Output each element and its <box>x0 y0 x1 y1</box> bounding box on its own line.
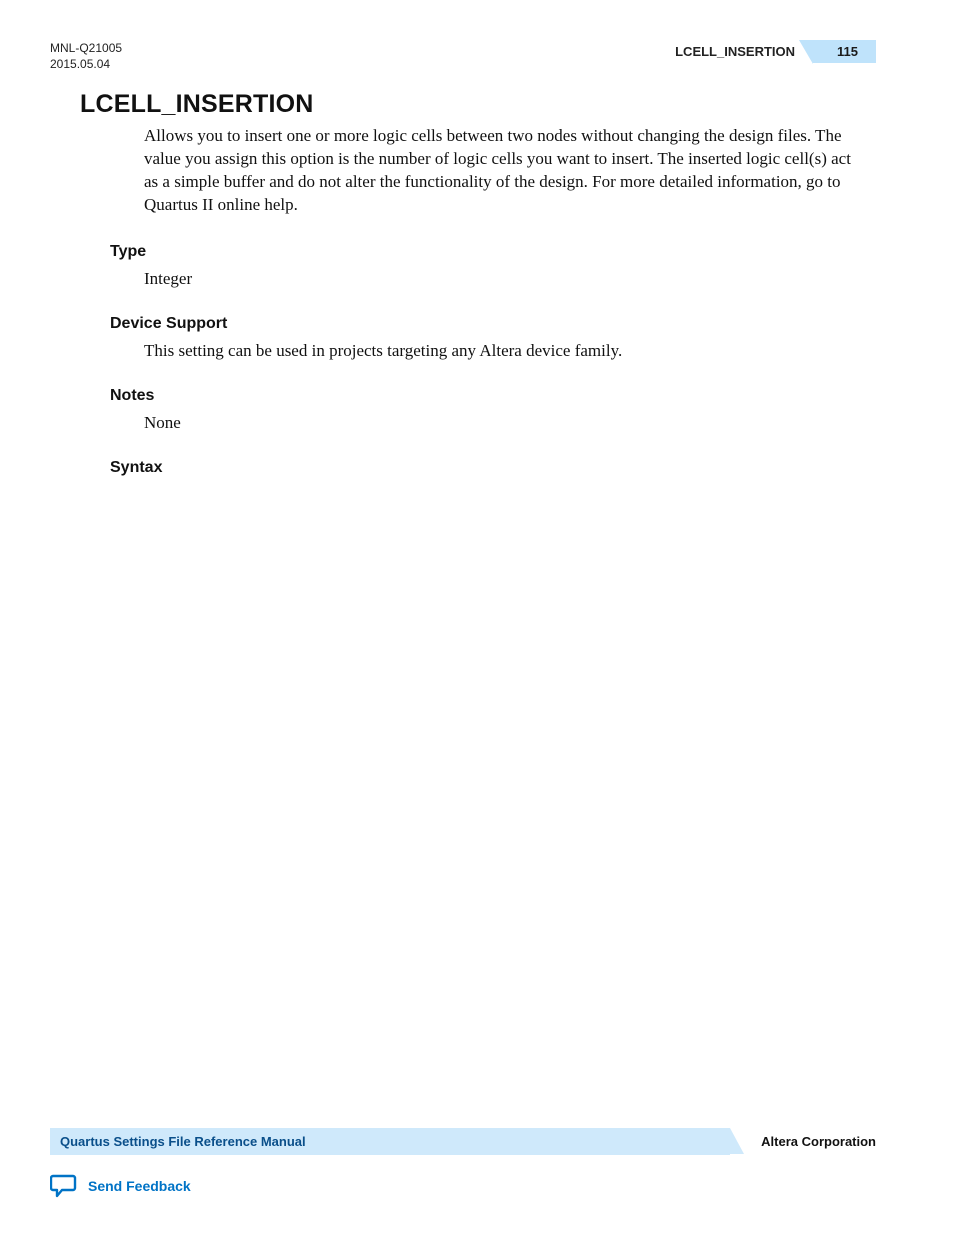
section-title-device-support: Device Support <box>110 315 876 333</box>
speech-bubble-icon <box>50 1173 78 1199</box>
company-name: Altera Corporation <box>761 1134 876 1149</box>
section-device-support: Device Support This setting can be used … <box>110 315 876 361</box>
section-title-notes: Notes <box>110 387 876 405</box>
section-type: Type Integer <box>110 243 876 289</box>
header-right: LCELL_INSERTION 115 <box>675 40 876 63</box>
header-section-title: LCELL_INSERTION <box>675 44 813 59</box>
main-heading: LCELL_INSERTION <box>80 90 876 119</box>
intro-paragraph: Allows you to insert one or more logic c… <box>144 125 866 217</box>
page-number-badge: 115 <box>813 40 876 63</box>
feedback-row: Send Feedback <box>50 1173 876 1199</box>
section-syntax: Syntax <box>110 459 876 477</box>
doc-id: MNL-Q21005 <box>50 40 122 56</box>
footer-bar: Quartus Settings File Reference Manual A… <box>50 1128 876 1155</box>
section-body-notes: None <box>144 413 876 433</box>
doc-date: 2015.05.04 <box>50 56 122 72</box>
page-footer: Quartus Settings File Reference Manual A… <box>50 1128 876 1199</box>
send-feedback-link[interactable]: Send Feedback <box>88 1178 191 1194</box>
section-body-device-support: This setting can be used in projects tar… <box>144 341 876 361</box>
page-header: MNL-Q21005 2015.05.04 LCELL_INSERTION 11… <box>50 40 876 72</box>
header-meta: MNL-Q21005 2015.05.04 <box>50 40 122 72</box>
manual-title-link[interactable]: Quartus Settings File Reference Manual <box>50 1128 730 1155</box>
document-page: MNL-Q21005 2015.05.04 LCELL_INSERTION 11… <box>0 0 954 1235</box>
section-notes: Notes None <box>110 387 876 433</box>
section-body-type: Integer <box>144 269 876 289</box>
section-title-syntax: Syntax <box>110 459 876 477</box>
section-title-type: Type <box>110 243 876 261</box>
